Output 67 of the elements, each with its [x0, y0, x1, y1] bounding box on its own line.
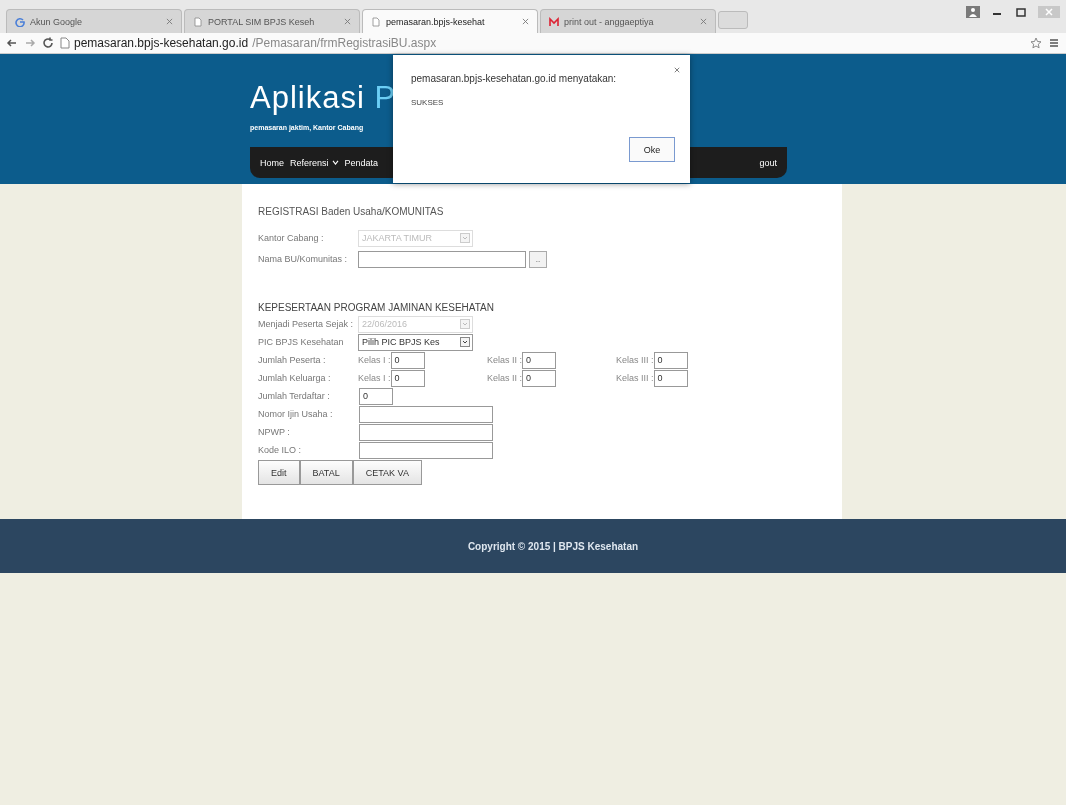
ok-button[interactable]: Oke: [629, 137, 675, 162]
forward-icon[interactable]: [24, 37, 36, 49]
section-title: KEPESERTAAN PROGRAM JAMINAN KESEHATAN: [258, 302, 495, 313]
dialog-message: pemasaran.bpjs-kesehatan.go.id menyatakan:: [411, 73, 618, 84]
field-label: NPWP :: [258, 427, 291, 437]
dropdown-field[interactable]: Pilih PIC BPJS Kes: [358, 333, 473, 351]
browser-tab[interactable]: pemasaran.bpjs-kesehat: [362, 9, 538, 33]
form-button[interactable]: CETAK VA: [352, 460, 422, 485]
back-icon[interactable]: [6, 37, 18, 49]
user-icon[interactable]: [966, 6, 980, 18]
field-label: Kelas III :: [616, 373, 654, 383]
dialog-text: SUKSES: [411, 98, 445, 107]
input-field[interactable]: 0: [390, 351, 425, 369]
field-label: Jumlah Peserta :: [258, 355, 327, 365]
field-label: Kantor Cabang :: [258, 233, 325, 243]
caret-icon: [460, 233, 470, 243]
field-label: Kode ILO :: [258, 445, 303, 455]
page-icon: [371, 16, 381, 27]
input-field[interactable]: 0: [390, 369, 425, 387]
maximize-icon[interactable]: [1014, 6, 1028, 18]
close-icon[interactable]: [522, 18, 529, 25]
caret-icon: [460, 337, 470, 347]
input-field[interactable]: 0: [522, 369, 556, 387]
field-label: Kelas II :: [487, 373, 522, 383]
browser-tab[interactable]: print out - anggaeptiya: [540, 9, 716, 33]
input-field[interactable]: 0: [653, 369, 688, 387]
input-field[interactable]: [358, 250, 526, 268]
page-icon: [60, 37, 70, 49]
lookup-button[interactable]: ..: [529, 250, 547, 268]
nav-item[interactable]: gout: [759, 157, 777, 168]
close-icon[interactable]: [700, 18, 707, 25]
page-icon: [193, 16, 203, 27]
field-label: Jumlah Keluarga :: [258, 373, 332, 383]
field-label: Nama BU/Komunitas :: [258, 254, 349, 264]
field-label: Kelas I :: [358, 373, 391, 383]
form-button[interactable]: Edit: [258, 460, 300, 485]
copyright-text: Copyright © 2015 | BPJS Kesehatan: [467, 540, 639, 552]
caret-icon: [460, 319, 470, 329]
form-button[interactable]: BATAL: [299, 460, 353, 485]
field-label: Kelas I :: [358, 355, 391, 365]
section-title: REGISTRASI Baden Usaha/KOMUNITAS: [258, 206, 445, 217]
nav-item[interactable]: Pendata: [344, 157, 379, 168]
star-icon[interactable]: [1030, 37, 1042, 49]
input-field[interactable]: 0: [653, 351, 688, 369]
close-icon[interactable]: [674, 67, 680, 73]
google-icon: [15, 16, 25, 27]
input-field[interactable]: [359, 423, 493, 441]
browser-tab[interactable]: Akun Google: [6, 9, 182, 33]
nav-item[interactable]: Home: [260, 157, 284, 168]
input-field[interactable]: 0: [522, 351, 556, 369]
close-icon[interactable]: [1038, 6, 1060, 18]
field-label: PIC BPJS Kesehatan: [258, 337, 345, 347]
field-label: Kelas II :: [487, 355, 522, 365]
close-icon[interactable]: [344, 18, 351, 25]
input-field[interactable]: 0: [359, 387, 393, 405]
field-label: Menjadi Peserta Sejak :: [258, 319, 355, 329]
field-label: Nomor Ijin Usaha :: [258, 409, 334, 419]
reload-icon[interactable]: [42, 37, 54, 49]
mail-icon: [549, 16, 559, 27]
input-field[interactable]: [359, 405, 493, 423]
field-label: Kelas III :: [616, 355, 654, 365]
menu-icon[interactable]: [1048, 37, 1060, 49]
browser-tab[interactable]: PORTAL SIM BPJS Keseh: [184, 9, 360, 33]
field-label: Jumlah Terdaftar :: [258, 391, 331, 401]
close-icon[interactable]: [166, 18, 173, 25]
input-field[interactable]: [359, 441, 493, 459]
nav-item[interactable]: Referensi: [290, 157, 339, 168]
